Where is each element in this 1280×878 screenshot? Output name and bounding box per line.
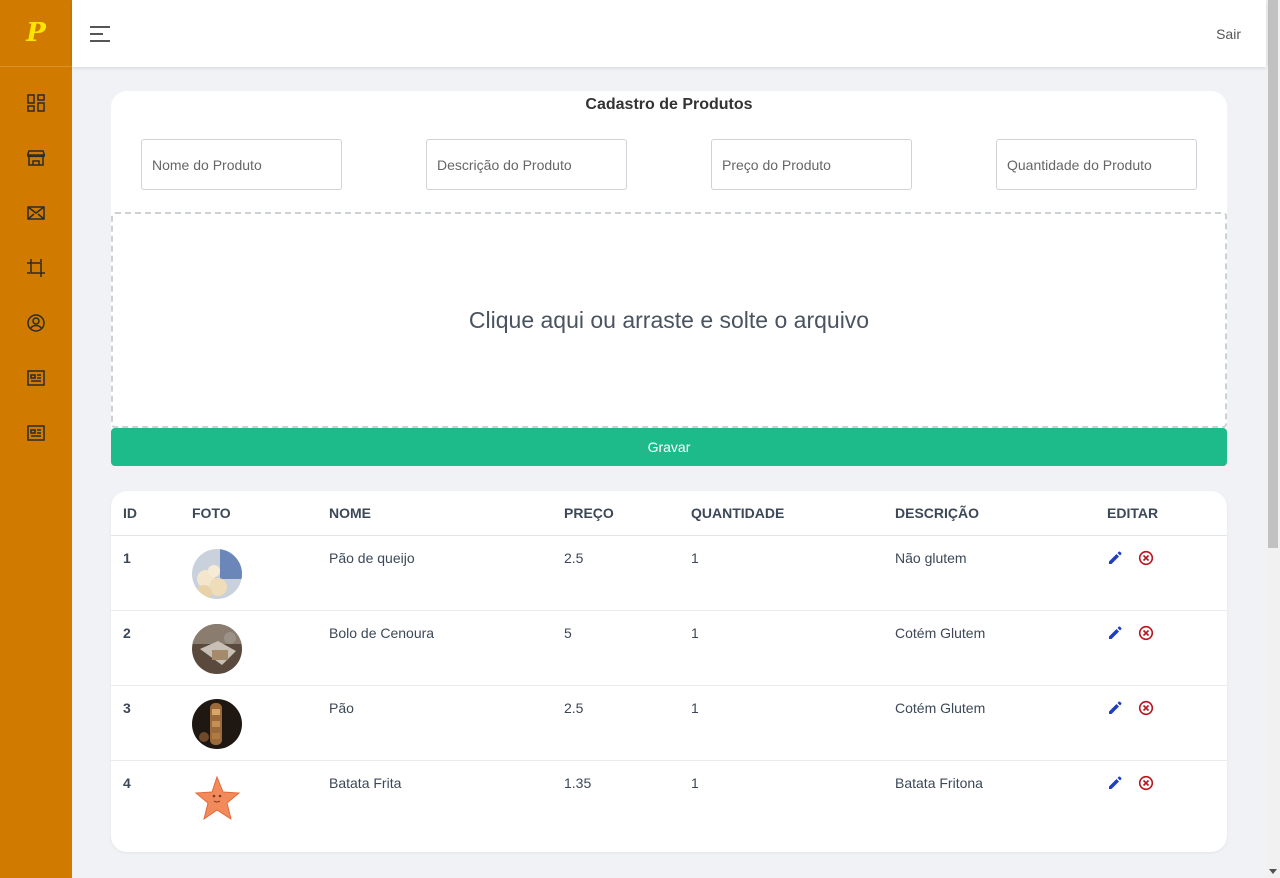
table-row: 1 Pão de queijo 2.5 1 Não glutem [111, 536, 1227, 611]
hamburger-icon[interactable] [90, 25, 110, 42]
product-description-input[interactable] [426, 139, 627, 190]
row-id: 3 [123, 700, 131, 716]
mail-icon [27, 205, 45, 220]
header-descricao: DESCRIÇÃO [895, 505, 980, 521]
row-nome: Pão de queijo [329, 550, 415, 566]
row-preco: 5 [564, 625, 572, 641]
header-nome: NOME [329, 505, 371, 521]
product-photo [192, 624, 242, 674]
row-id: 2 [123, 625, 131, 641]
header-foto: FOTO [192, 505, 231, 521]
sidebar-item-crop[interactable] [0, 240, 72, 295]
row-nome: Pão [329, 700, 354, 716]
row-descricao: Não glutem [895, 550, 967, 566]
products-table: ID FOTO NOME PREÇO QUANTIDADE DESCRIÇÃO … [111, 491, 1227, 852]
sidebar-item-profile[interactable] [0, 295, 72, 350]
table-row: 4 Batata Frita 1.35 1 Batata Fritona [111, 761, 1227, 836]
header-quantidade: QUANTIDADE [691, 505, 785, 521]
pencil-icon[interactable] [1107, 775, 1123, 791]
user-circle-icon [27, 313, 45, 332]
row-quantidade: 1 [691, 700, 699, 716]
row-actions [1107, 625, 1154, 641]
crop-icon [27, 258, 45, 277]
top-navbar: Sair [72, 0, 1266, 67]
pencil-icon[interactable] [1107, 700, 1123, 716]
sidebar-item-card-2[interactable] [0, 405, 72, 460]
product-price-input[interactable] [711, 139, 912, 190]
circle-x-icon[interactable] [1138, 625, 1154, 641]
circle-x-icon[interactable] [1138, 775, 1154, 791]
product-form-card: Cadastro de Produtos Clique aqui ou arra… [111, 91, 1227, 466]
app-logo[interactable]: P [26, 20, 46, 46]
dashboard-icon [27, 93, 45, 112]
scroll-down-arrow-icon[interactable] [1269, 869, 1277, 874]
dropzone-text: Clique aqui ou arraste e solte o arquivo [468, 306, 870, 333]
pencil-icon[interactable] [1107, 550, 1123, 566]
header-preco: PREÇO [564, 505, 614, 521]
scrollbar-thumb[interactable] [1268, 0, 1278, 548]
save-button[interactable]: Gravar [111, 428, 1227, 466]
table-row: 3 Pão 2.5 1 Cotém Glutem [111, 686, 1227, 761]
row-nome: Batata Frita [329, 775, 402, 791]
product-photo [192, 699, 242, 749]
logo-area: P [0, 0, 72, 67]
table-header: ID FOTO NOME PREÇO QUANTIDADE DESCRIÇÃO … [111, 491, 1227, 536]
page-scrollbar[interactable] [1266, 0, 1280, 878]
row-preco: 2.5 [564, 700, 584, 716]
circle-x-icon[interactable] [1138, 700, 1154, 716]
row-id: 4 [123, 775, 131, 791]
sidebar-item-messages[interactable] [0, 185, 72, 240]
sidebar-item-card-1[interactable] [0, 350, 72, 405]
logout-link[interactable]: Sair [1216, 26, 1241, 42]
row-actions [1107, 775, 1154, 791]
header-id: ID [123, 505, 137, 521]
sidebar-nav [0, 75, 72, 460]
row-descricao: Cotém Glutem [895, 625, 986, 641]
row-preco: 2.5 [564, 550, 584, 566]
row-quantidade: 1 [691, 625, 699, 641]
product-quantity-input[interactable] [996, 139, 1197, 190]
id-card-icon [27, 369, 45, 386]
row-actions [1107, 550, 1154, 566]
product-photo [192, 549, 242, 599]
header-editar: EDITAR [1107, 505, 1159, 521]
row-descricao: Batata Fritona [895, 775, 983, 791]
row-descricao: Cotém Glutem [895, 700, 986, 716]
sidebar-item-store[interactable] [0, 130, 72, 185]
id-card-icon [27, 424, 45, 441]
product-name-input[interactable] [141, 139, 342, 190]
product-photo [192, 774, 242, 824]
form-inputs [111, 139, 1227, 190]
store-icon [27, 149, 45, 166]
row-nome: Bolo de Cenoura [329, 625, 435, 641]
row-quantidade: 1 [691, 550, 699, 566]
circle-x-icon[interactable] [1138, 550, 1154, 566]
row-preco: 1.35 [564, 775, 592, 791]
row-actions [1107, 700, 1154, 716]
table-row: 2 Bolo de Cenoura 5 1 Cotém Glutem [111, 611, 1227, 686]
sidebar: P [0, 0, 72, 878]
row-quantidade: 1 [691, 775, 699, 791]
file-dropzone[interactable]: Clique aqui ou arraste e solte o arquivo [111, 212, 1227, 428]
row-id: 1 [123, 550, 131, 566]
form-title: Cadastro de Produtos [585, 96, 753, 113]
sidebar-item-dashboard[interactable] [0, 75, 72, 130]
pencil-icon[interactable] [1107, 625, 1123, 641]
